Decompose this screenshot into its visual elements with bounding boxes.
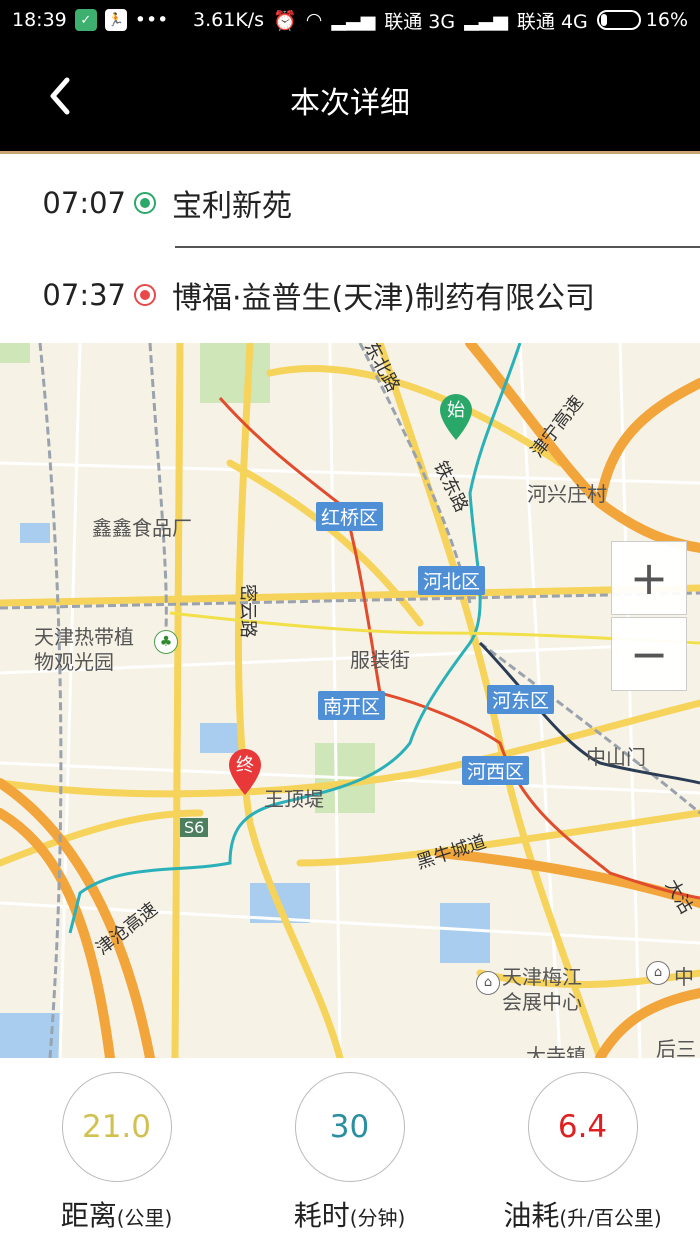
battery-fill [600,14,608,26]
route-start-row: 07:07 宝利新苑 [0,157,700,249]
status-bar: 18:39 ✓ 🏃 ••• 3.61K/s ⏰ ◠ ▂▃▅ 联通 3G ▂▃▅ … [0,0,700,40]
start-time: 07:07 [42,186,126,220]
place-label: 中 [674,965,694,989]
park-icon: ♣ [154,630,178,654]
trip-stats: 21.0 距离(公里) 30 耗时(分钟) 6.4 油耗(升/百公里) [0,1058,700,1244]
wifi-icon: ◠ [305,9,323,31]
district-label: 河北区 [418,566,486,595]
stat-distance: 21.0 距离(公里) [0,1072,233,1234]
route-end-row: 07:37 博福·益普生(天津)制药有限公司 [0,249,700,341]
duration-unit: (分钟) [349,1206,406,1230]
fuel-label: 油耗 [503,1199,560,1232]
plus-icon: + [629,551,669,605]
zoom-out-button[interactable]: − [611,617,687,691]
place-label: 河兴庄村 [527,482,607,506]
building-icon: ⌂ [646,961,670,985]
signal-icon: ▂▃▅ [331,9,376,31]
road-label: 密云路 [237,584,258,638]
route-divider [175,246,700,248]
stat-duration: 30 耗时(分钟) [233,1072,466,1234]
more-icon: ••• [134,9,169,31]
building-icon: ⌂ [476,971,500,995]
start-place: 宝利新苑 [172,189,292,224]
shield-icon: ✓ [74,9,97,31]
carrier-1: 联通 3G [384,10,456,33]
place-label: 大寺镇 [526,1044,586,1058]
end-pin-label: 终 [236,755,254,776]
stat-fuel: 6.4 油耗(升/百公里) [466,1072,699,1234]
start-pin-icon: 始 [439,393,473,441]
title-bar: 本次详细 [0,40,700,154]
district-label: 河东区 [487,685,555,714]
distance-unit: (公里) [116,1206,173,1230]
status-right: 3.61K/s ⏰ ◠ ▂▃▅ 联通 3G ▂▃▅ 联通 4G 16% [193,7,688,34]
app-root: 18:39 ✓ 🏃 ••• 3.61K/s ⏰ ◠ ▂▃▅ 联通 3G ▂▃▅ … [0,0,700,1244]
road-label: S6 [180,818,209,837]
place-label: 服装街 [350,648,410,672]
battery-icon [596,10,641,30]
fuel-value: 6.4 [527,1072,638,1182]
district-label: 南开区 [318,691,386,720]
runner-icon: 🏃 [104,9,127,31]
route-summary: 07:07 宝利新苑 07:37 博福·益普生(天津)制药有限公司 [0,157,700,343]
duration-value: 30 [294,1072,405,1182]
start-dot-icon [134,192,156,214]
distance-label: 距离 [60,1199,117,1232]
fuel-unit: (升/百公里) [559,1206,662,1230]
page-title: 本次详细 [290,86,410,121]
end-time: 07:37 [42,278,126,312]
minus-icon: − [629,627,669,681]
place-label: 鑫鑫食品厂 [92,516,192,540]
distance-value: 21.0 [61,1072,172,1182]
distance-label-row: 距离(公里) [0,1194,233,1234]
end-place: 博福·益普生(天津)制药有限公司 [172,281,595,316]
place-label: 后三 [656,1037,696,1058]
duration-label: 耗时 [293,1199,350,1232]
battery: 16% [596,9,688,31]
district-label: 红桥区 [316,502,384,531]
status-left: 18:39 ✓ 🏃 ••• [12,9,168,31]
end-pin-icon: 终 [228,748,262,796]
place-label: 中山门 [586,745,646,769]
start-pin-label: 始 [447,400,465,421]
fuel-label-row: 油耗(升/百公里) [466,1194,699,1234]
carrier-2: 联通 4G [516,10,588,33]
zoom-in-button[interactable]: + [611,541,687,615]
place-label: 会展中心 [502,990,582,1014]
place-label: 物观光园 [34,650,114,674]
battery-percent: 16% [645,9,688,31]
status-time: 18:39 [12,9,67,31]
place-label: 王顶堤 [264,787,324,811]
duration-label-row: 耗时(分钟) [233,1194,466,1234]
route-map[interactable]: 东北路 铁东路 津宁高速 密云路 黑牛城道 津沧高速 S6 大沽 红桥区 河北区… [0,343,700,1058]
alarm-icon: ⏰ [273,9,297,32]
network-speed: 3.61K/s [193,9,265,31]
end-dot-icon [134,284,156,306]
district-label: 河西区 [462,756,530,785]
signal-icon: ▂▃▅ [464,9,508,31]
